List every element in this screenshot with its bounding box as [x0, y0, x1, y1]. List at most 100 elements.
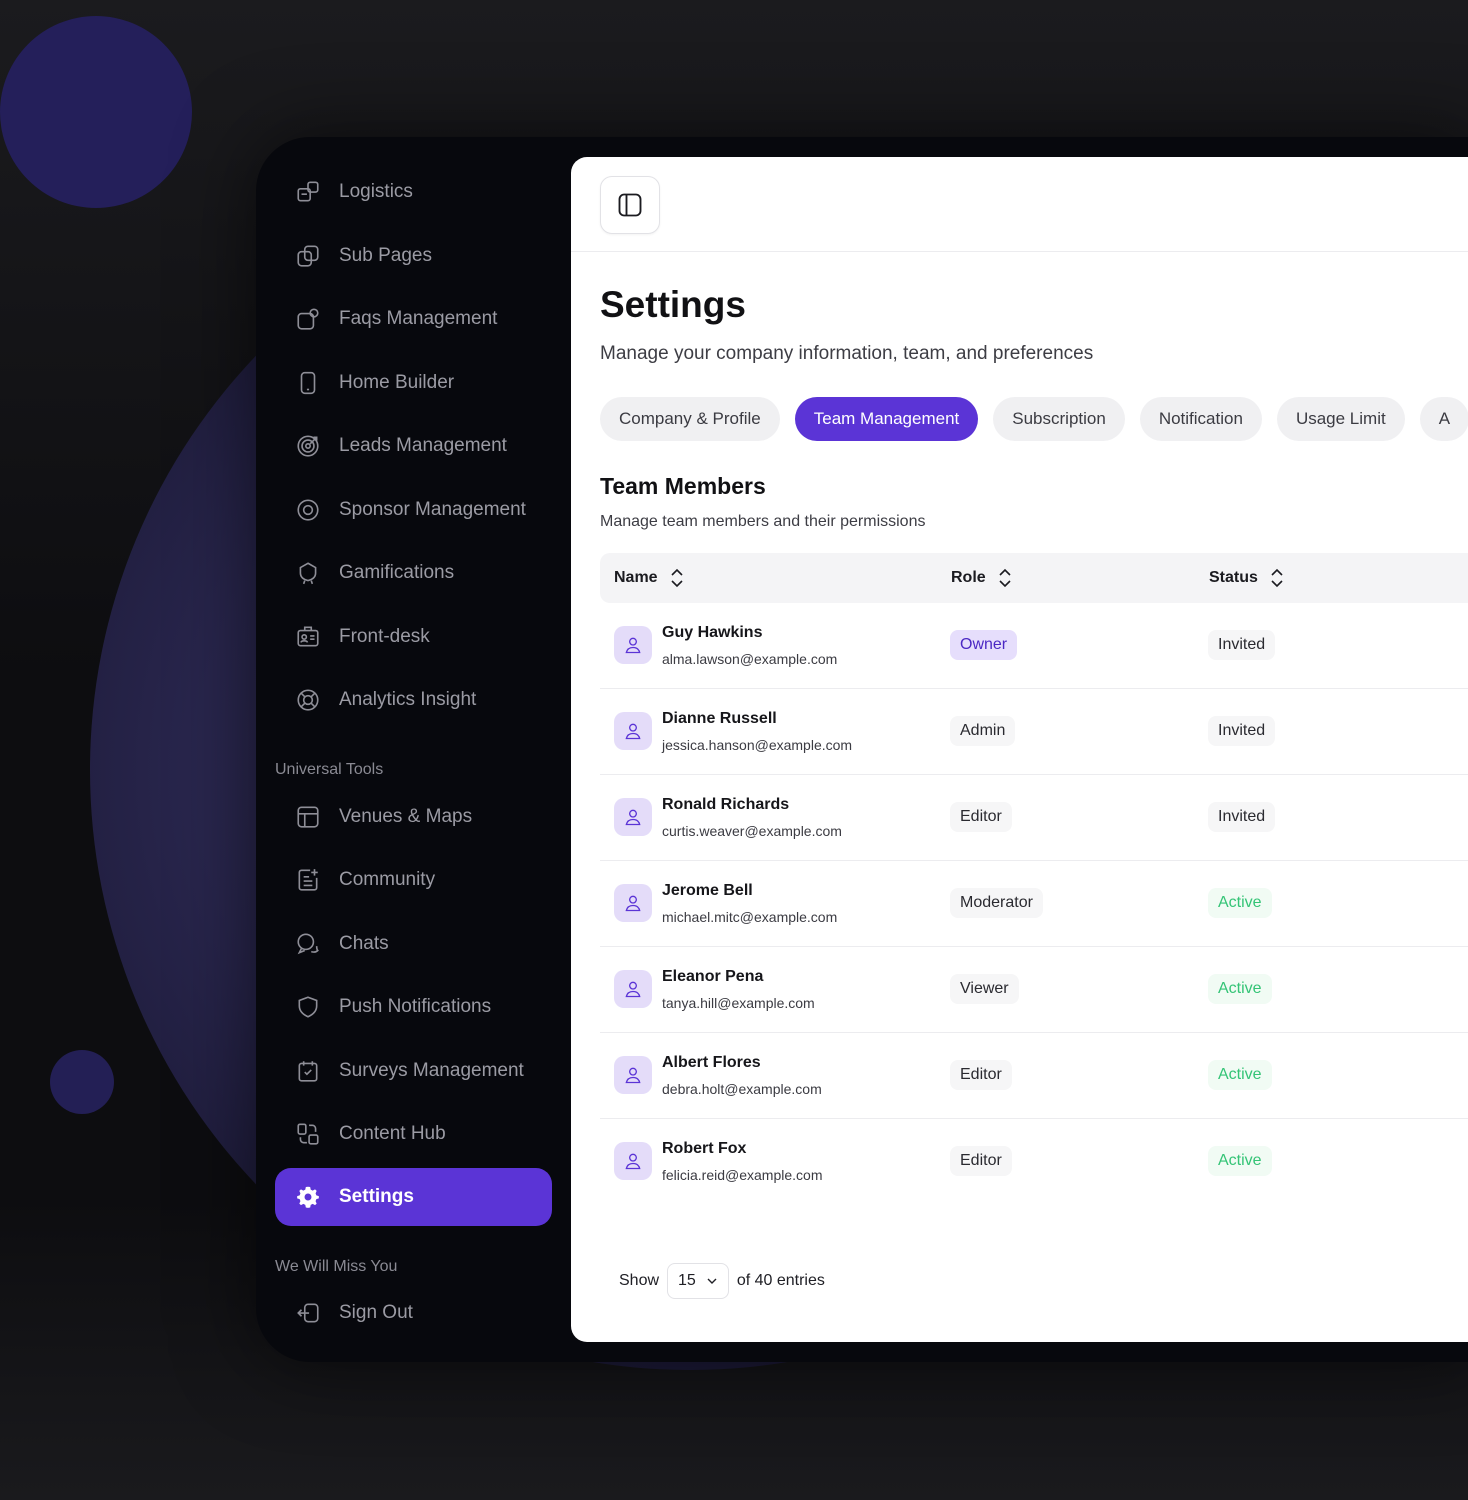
role-badge: Moderator [950, 888, 1043, 918]
sidebar-item-label: Front-desk [339, 626, 430, 647]
user-icon [623, 807, 643, 827]
role-badge: Admin [950, 716, 1016, 746]
sidebar-item-faqs[interactable]: Faqs Management [275, 290, 552, 348]
target-icon [294, 432, 322, 460]
sidebar-item-community[interactable]: Community [275, 851, 552, 909]
member-email: jessica.hanson@example.com [662, 737, 853, 753]
sidebar-item-push-notifications[interactable]: Push Notifications [275, 978, 552, 1036]
sidebar-toggle-icon [616, 191, 644, 219]
table-row[interactable]: Guy Hawkins alma.lawson@example.com Owne… [600, 602, 1468, 689]
table-row[interactable]: Eleanor Pena tanya.hill@example.com View… [600, 946, 1468, 1033]
column-header-name[interactable]: Name [614, 553, 684, 603]
sidebar-item-label: Chats [339, 933, 389, 954]
tab-usage-limit[interactable]: Usage Limit [1276, 397, 1405, 441]
circle-dot-icon [294, 496, 322, 524]
sidebar-item-label: Faqs Management [339, 308, 498, 329]
show-label: Show [619, 1272, 660, 1289]
table-row[interactable]: Dianne Russell jessica.hanson@example.co… [600, 688, 1468, 775]
gear-icon [294, 1183, 322, 1211]
sidebar-item-sub-pages[interactable]: Sub Pages [275, 227, 552, 285]
member-name: Dianne Russell [662, 710, 777, 727]
sidebar-item-venues-maps[interactable]: Venues & Maps [275, 788, 552, 846]
sidebar-item-label: Surveys Management [339, 1060, 524, 1081]
status-badge: Active [1208, 1060, 1272, 1090]
avatar [614, 1056, 652, 1094]
member-email: felicia.reid@example.com [662, 1167, 823, 1183]
member-email: tanya.hill@example.com [662, 995, 815, 1011]
member-name: Jerome Bell [662, 882, 753, 899]
role-badge: Editor [950, 802, 1012, 832]
status-badge: Active [1208, 974, 1272, 1004]
shield-icon [294, 993, 322, 1021]
sidebar-item-home-builder[interactable]: Home Builder [275, 354, 552, 412]
table-row[interactable]: Robert Fox felicia.reid@example.com Edit… [600, 1118, 1468, 1204]
sidebar-toggle-button[interactable] [600, 176, 660, 234]
user-icon [623, 979, 643, 999]
topbar [571, 157, 1468, 252]
tab-notification[interactable]: Notification [1139, 397, 1262, 441]
sidebar-item-chats[interactable]: Chats [275, 915, 552, 973]
section-label-universal-tools: Universal Tools [275, 761, 384, 778]
user-icon [623, 1151, 643, 1171]
sidebar-item-sponsor[interactable]: Sponsor Management [275, 481, 552, 539]
status-badge: Invited [1208, 802, 1276, 832]
sidebar-item-label: Leads Management [339, 435, 507, 456]
layout-icon [294, 803, 322, 831]
table-header: Name Role Status [600, 553, 1468, 603]
table-row[interactable]: Ronald Richards curtis.weaver@example.co… [600, 774, 1468, 861]
status-badge: Active [1208, 888, 1272, 918]
team-members-subtitle: Manage team members and their permission… [600, 513, 926, 530]
page-size-select[interactable]: 15 [667, 1263, 729, 1299]
sidebar-item-content-hub[interactable]: Content Hub [275, 1105, 552, 1163]
table-row[interactable]: Jerome Bell michael.mitc@example.com Mod… [600, 860, 1468, 947]
lifebuoy-icon [294, 686, 322, 714]
member-name: Ronald Richards [662, 796, 790, 813]
column-header-role[interactable]: Role [951, 553, 1012, 603]
sidebar-item-label: Sub Pages [339, 245, 432, 266]
member-email: michael.mitc@example.com [662, 909, 838, 925]
sidebar-item-label: Home Builder [339, 372, 455, 393]
table-row[interactable]: Albert Flores debra.holt@example.com Edi… [600, 1032, 1468, 1119]
sidebar-item-label: Analytics Insight [339, 689, 477, 710]
sidebar-item-label: Gamifications [339, 562, 455, 583]
user-icon [623, 1065, 643, 1085]
background-circle-small [50, 1050, 114, 1114]
page-subtitle: Manage your company information, team, a… [600, 343, 1094, 364]
sidebar-item-analytics[interactable]: Analytics Insight [275, 671, 552, 729]
settings-tabs: Company & Profile Team Management Subscr… [600, 397, 1468, 441]
sidebar-item-surveys[interactable]: Surveys Management [275, 1042, 552, 1100]
sidebar-item-label: Logistics [339, 181, 413, 202]
member-name: Guy Hawkins [662, 624, 763, 641]
sub-pages-icon [294, 242, 322, 270]
section-label-miss-you: We Will Miss You [275, 1258, 398, 1275]
member-email: curtis.weaver@example.com [662, 823, 842, 839]
main-content: Settings Manage your company information… [571, 157, 1468, 1342]
status-badge: Invited [1208, 630, 1276, 660]
avatar [614, 884, 652, 922]
sidebar-item-label: Sponsor Management [339, 499, 526, 520]
sidebar-item-label: Venues & Maps [339, 806, 473, 827]
tab-company-profile[interactable]: Company & Profile [600, 397, 780, 441]
tab-team-management[interactable]: Team Management [794, 397, 979, 441]
user-icon [623, 721, 643, 741]
column-header-status[interactable]: Status [1209, 553, 1284, 603]
list-edit-icon [294, 866, 322, 894]
status-badge: Invited [1208, 716, 1276, 746]
role-badge: Viewer [950, 974, 1019, 1004]
column-header-label: Status [1209, 569, 1258, 586]
chevron-down-icon [706, 1275, 718, 1287]
sign-out-button[interactable]: Sign Out [275, 1284, 552, 1342]
tab-subscription[interactable]: Subscription [993, 397, 1125, 441]
tab-truncated[interactable]: A [1419, 397, 1468, 441]
sidebar-item-logistics[interactable]: Logistics [275, 163, 552, 221]
sidebar-item-settings[interactable]: Settings [275, 1168, 552, 1226]
sidebar-item-leads[interactable]: Leads Management [275, 417, 552, 475]
shapes-icon [294, 1120, 322, 1148]
app-window: Logistics Sub Pages Faqs Management Home… [256, 137, 1468, 1362]
sidebar-item-gamifications[interactable]: Gamifications [275, 544, 552, 602]
member-name: Robert Fox [662, 1140, 747, 1157]
badge-icon [294, 559, 322, 587]
sort-icon [1270, 567, 1284, 589]
sidebar-item-front-desk[interactable]: Front-desk [275, 608, 552, 666]
role-badge: Owner [950, 630, 1018, 660]
